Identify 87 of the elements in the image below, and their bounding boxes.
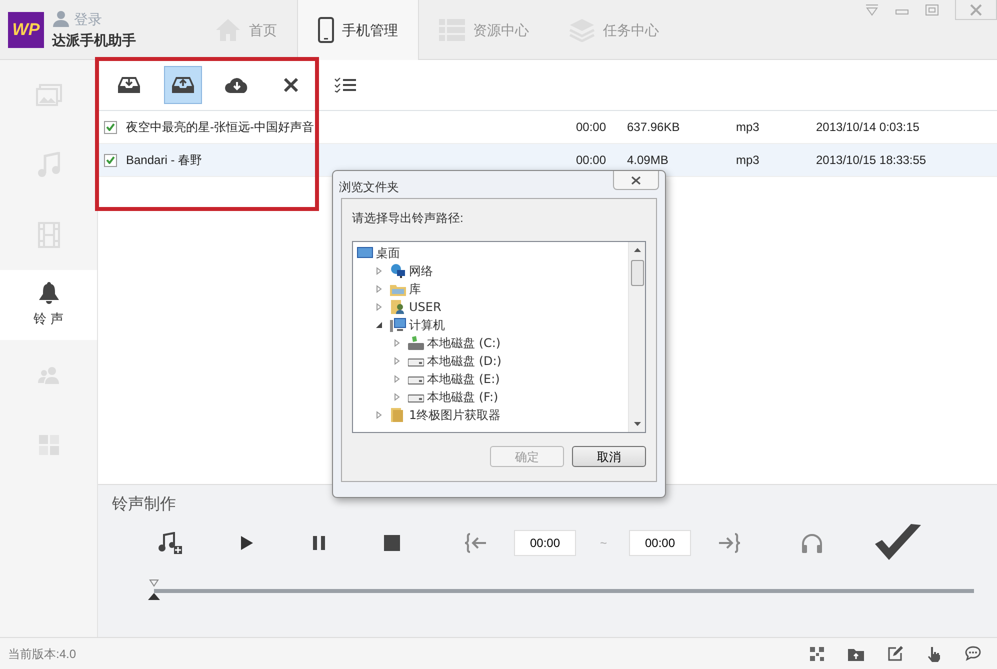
tree-item[interactable]: 网络 [353, 262, 628, 280]
phone-icon [318, 17, 334, 43]
expand-arrow-icon[interactable] [393, 357, 401, 365]
modified-date: 2013/10/14 0:03:15 [816, 119, 920, 136]
scrollbar[interactable] [628, 242, 645, 432]
cloud-download-icon [224, 76, 250, 94]
start-time-field[interactable]: 00:00 [514, 530, 576, 556]
chat-icon[interactable] [965, 646, 981, 661]
collapse-arrow-icon[interactable] [375, 321, 383, 329]
app-name: 达派手机助手 [52, 30, 136, 50]
tree-item[interactable]: 1终极图片获取器 [353, 406, 628, 424]
tree-item[interactable]: 本地磁盘 (C:) [353, 334, 628, 352]
tree-item[interactable]: 库 [353, 280, 628, 298]
file-format: mp3 [736, 152, 760, 169]
end-time-field[interactable]: 00:00 [629, 530, 692, 556]
file-name: 夜空中最亮的星-张恒远-中国好声音 [126, 119, 315, 136]
expand-arrow-icon[interactable] [393, 339, 401, 347]
headphones-icon[interactable] [801, 533, 824, 553]
expand-arrow-icon[interactable] [393, 393, 401, 401]
expand-arrow-icon[interactable] [393, 375, 401, 383]
checklist-icon [334, 77, 356, 93]
expand-arrow-icon[interactable] [375, 267, 383, 275]
section-title: 铃声制作 [111, 494, 176, 515]
delete-icon [283, 77, 299, 93]
tree-item[interactable]: 本地磁盘 (D:) [353, 352, 628, 370]
duration: 00:00 [576, 119, 608, 136]
pause-icon[interactable] [312, 535, 326, 551]
qr-code-icon[interactable] [810, 646, 824, 660]
nav-tab[interactable]: 手机管理 [297, 0, 419, 60]
contacts-icon [38, 366, 60, 384]
dropdown-icon[interactable] [865, 4, 879, 16]
tree-item[interactable]: 桌面 [353, 244, 628, 262]
close-button[interactable] [613, 171, 659, 190]
restore-icon[interactable] [925, 4, 939, 16]
toolbar-button[interactable] [164, 66, 202, 104]
inbox-upload-icon [171, 76, 195, 94]
expand-arrow-icon[interactable] [375, 285, 383, 293]
file-size: 4.09MB [627, 152, 670, 169]
music-note-icon [38, 152, 60, 178]
scroll-thumb[interactable] [631, 260, 644, 286]
slider-thumb[interactable] [148, 579, 160, 601]
desktop-icon [357, 245, 373, 261]
user-folder-icon [390, 299, 406, 315]
tree-item[interactable]: 本地磁盘 (E:) [353, 370, 628, 388]
pointer-hand-icon[interactable] [927, 646, 941, 662]
tree-item[interactable]: 本地磁盘 (F:) [353, 388, 628, 406]
check-icon [106, 123, 115, 131]
file-size: 637.96KB [627, 119, 681, 136]
system-drive-icon [408, 335, 424, 351]
file-row[interactable]: Bandari - 春野 00:00 4.09MB mp3 2013/10/15 18:33:55 [98, 144, 997, 177]
file-format: mp3 [736, 119, 760, 136]
version-label: 当前版本:4.0 [8, 646, 76, 662]
folder-icon [390, 407, 406, 423]
photos-icon [36, 84, 62, 106]
inbox-download-icon [117, 76, 141, 94]
file-name: Bandari - 春野 [126, 152, 204, 169]
close-icon [970, 4, 982, 16]
set-start-icon[interactable] [464, 533, 488, 553]
edit-icon[interactable] [888, 646, 903, 661]
play-icon[interactable] [240, 535, 254, 551]
bell-icon [38, 281, 60, 306]
dialog-button[interactable]: 取消 [572, 446, 646, 467]
check-icon [106, 156, 115, 164]
tree-item[interactable]: USER [353, 298, 628, 316]
user-icon [52, 10, 70, 28]
folder-upload-icon[interactable] [848, 646, 864, 660]
close-icon [631, 176, 641, 184]
tree-item[interactable]: 计算机 [353, 316, 628, 334]
checkbox[interactable] [104, 154, 117, 166]
set-end-icon[interactable] [717, 533, 742, 553]
film-icon [38, 222, 60, 248]
range-separator: ~ [600, 535, 608, 552]
logo: WP [8, 12, 44, 48]
modified-date: 2013/10/15 18:33:55 [816, 152, 926, 169]
network-icon [390, 263, 406, 279]
expand-arrow-icon[interactable] [375, 303, 383, 311]
scroll-down-icon[interactable] [634, 422, 641, 426]
tiles-icon [38, 434, 58, 454]
expand-arrow-icon[interactable] [375, 411, 383, 419]
computer-icon [390, 317, 406, 333]
sidebar-item[interactable]: 铃 声 [0, 270, 97, 340]
add-music-icon[interactable] [158, 532, 182, 554]
dialog-title: 浏览文件夹 [339, 179, 399, 196]
duration: 00:00 [576, 152, 608, 169]
scroll-up-icon[interactable] [634, 248, 641, 252]
prompt-text: 请选择导出铃声路径: [352, 210, 464, 227]
checkbox[interactable] [104, 120, 117, 134]
